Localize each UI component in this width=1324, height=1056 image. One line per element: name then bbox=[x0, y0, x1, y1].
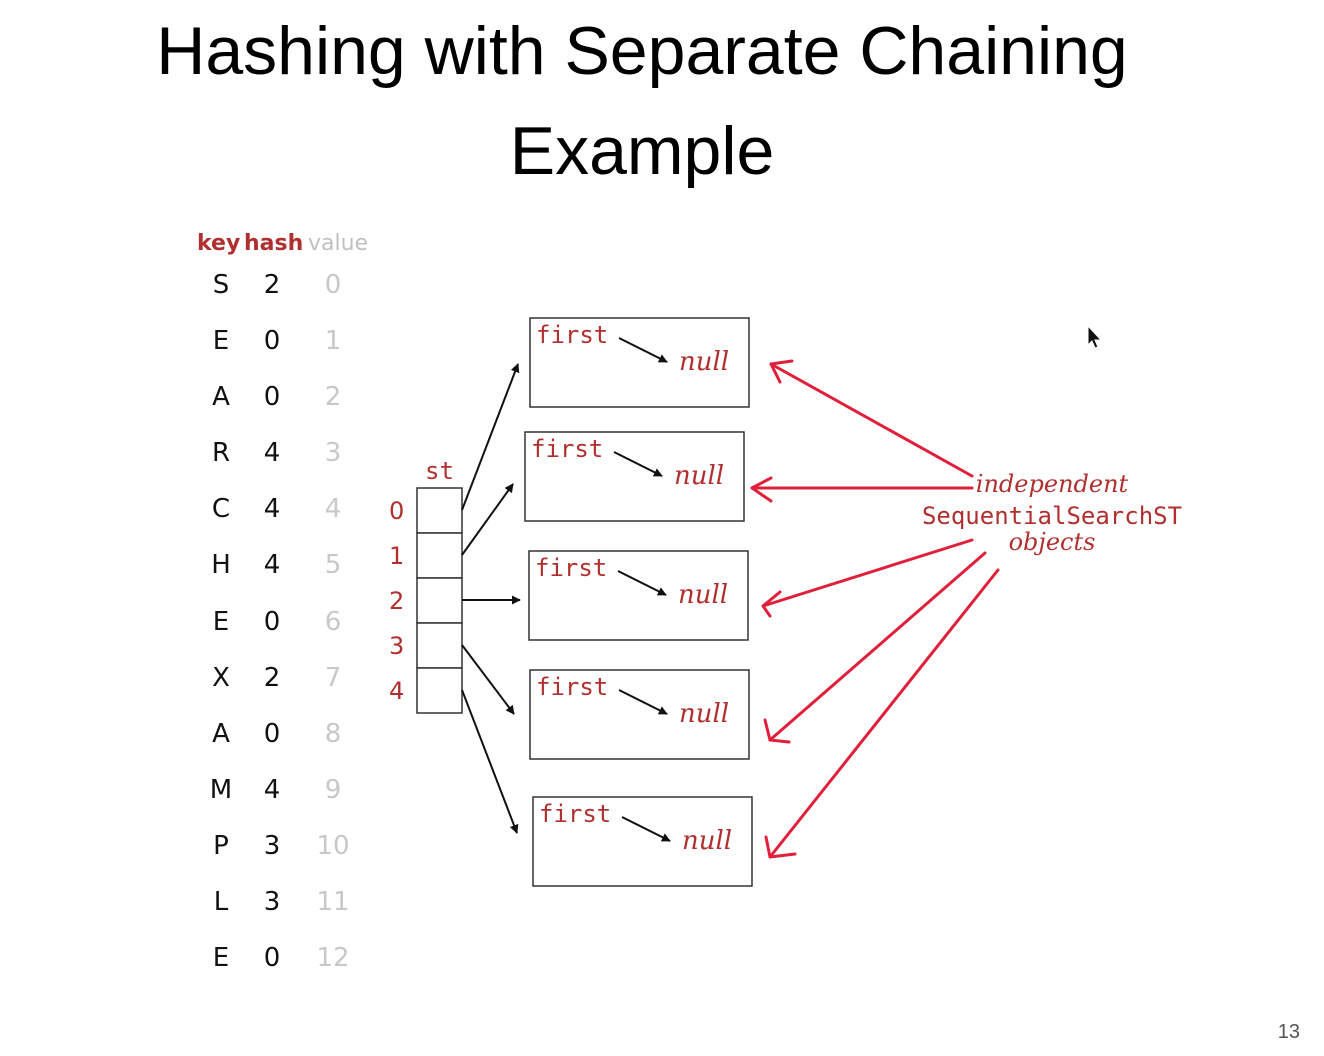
null-label: null bbox=[674, 461, 724, 491]
null-label: null bbox=[679, 699, 729, 729]
array-index: 2 bbox=[389, 587, 404, 615]
null-label: null bbox=[679, 347, 729, 377]
annotation-arrowhead bbox=[763, 718, 791, 744]
null-label: null bbox=[678, 580, 728, 610]
array-cell bbox=[416, 487, 463, 534]
first-label: first bbox=[539, 800, 611, 828]
mouse-cursor-icon bbox=[1087, 324, 1103, 349]
sequential-search-st-box: first null bbox=[532, 796, 753, 887]
null-label: null bbox=[682, 826, 732, 856]
array-cell bbox=[416, 577, 463, 624]
annotation-arrowhead bbox=[764, 835, 797, 859]
array-label: st bbox=[425, 457, 454, 485]
first-label: first bbox=[536, 673, 608, 701]
page-number: 13 bbox=[1277, 1021, 1300, 1043]
sequential-search-st-box: first null bbox=[524, 431, 745, 522]
first-label: first bbox=[535, 554, 607, 582]
annotation-arrow bbox=[769, 362, 974, 478]
array-index: 4 bbox=[389, 677, 404, 705]
annotation-arrow bbox=[768, 551, 987, 742]
annotation-arrow bbox=[768, 568, 1000, 859]
array-pointer-arrow bbox=[461, 689, 519, 834]
first-label: first bbox=[531, 435, 603, 463]
sequential-search-st-box: first null bbox=[529, 669, 750, 760]
annotation-independent: independent bbox=[976, 470, 1129, 498]
array-cell bbox=[416, 622, 463, 669]
array-index: 3 bbox=[389, 632, 404, 660]
hash-array bbox=[416, 487, 463, 714]
array-pointer-arrow bbox=[461, 483, 514, 556]
separate-chaining-diagram: st 0 1 2 3 4 first null first null first… bbox=[389, 317, 1182, 887]
sequential-search-st-box: first null bbox=[529, 317, 750, 408]
array-pointer-arrow bbox=[461, 644, 515, 715]
array-index: 0 bbox=[389, 497, 404, 525]
array-cell bbox=[416, 532, 463, 579]
array-index: 1 bbox=[389, 542, 404, 570]
annotation-arrow bbox=[761, 538, 974, 608]
annotation-class-name: SequentialSearchST bbox=[922, 502, 1182, 530]
annotation-objects: objects bbox=[1009, 528, 1096, 556]
sequential-search-st-box: first null bbox=[528, 550, 749, 641]
first-label: first bbox=[536, 321, 608, 349]
array-cell bbox=[416, 667, 463, 714]
